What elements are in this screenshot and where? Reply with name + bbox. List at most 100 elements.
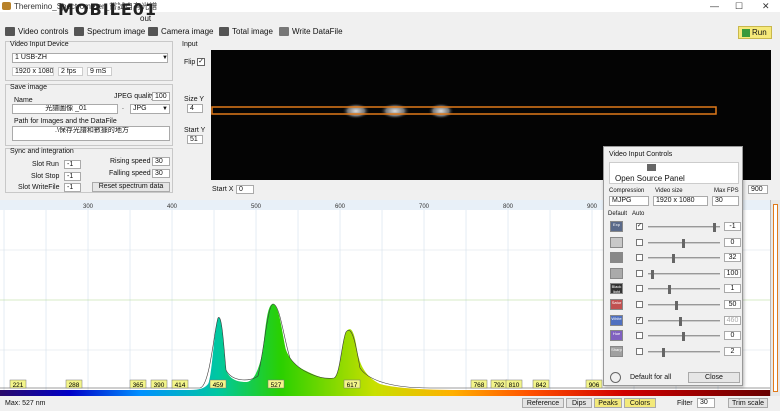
write-datafile-button[interactable]: Write DataFile [279,27,343,36]
control-value[interactable]: 100 [724,268,741,278]
run-icon [742,28,750,37]
peak-label: 288 [65,379,83,389]
control-swatch[interactable]: White [610,314,623,326]
control-value[interactable]: 2 [724,346,741,356]
slider-thumb[interactable] [682,332,685,342]
start-x-input[interactable]: 0 [236,185,254,194]
svg-text:906: 906 [589,382,600,389]
control-value[interactable]: 0 [724,331,741,341]
close-icon[interactable]: ✕ [762,1,770,12]
auto-checkbox[interactable] [636,285,643,293]
slider-thumb[interactable] [675,301,679,310]
auto-checkbox[interactable] [636,269,643,277]
slider-thumb[interactable] [661,347,665,357]
auto-checkbox[interactable] [636,238,643,246]
maximize-icon[interactable]: ☐ [735,1,743,12]
control-slider[interactable] [648,301,720,310]
control-slider[interactable] [648,285,720,295]
control-value[interactable]: 50 [724,300,741,309]
total-image-button[interactable]: Total image [219,27,273,36]
control-slider[interactable] [648,238,720,248]
reset-spectrum-button[interactable]: Reset spectrum data [92,182,170,192]
slot-writefile-input[interactable]: -1 [64,183,81,192]
control-value[interactable]: -1 [724,222,741,231]
control-swatch[interactable]: Sharp [610,345,623,357]
chevron-down-icon: ▼ [162,55,168,61]
scale-tick-label: 900 [587,204,598,210]
close-button[interactable]: Close [688,372,740,383]
peaks-button[interactable]: Peaks [594,398,622,408]
reference-button[interactable]: Reference [522,398,564,408]
spectrum-scrollbar[interactable] [770,200,780,396]
control-value[interactable]: 460 [724,315,741,325]
control-swatch[interactable]: Black light [610,283,623,295]
control-swatch[interactable] [610,267,623,279]
minimize-icon[interactable]: — [710,1,719,11]
control-slider[interactable] [648,254,720,264]
falling-speed-input[interactable]: 30 [152,169,170,178]
filter-label: Filter [677,400,693,407]
control-value[interactable]: 32 [724,253,741,263]
open-source-panel-button[interactable]: Open Source Panel [609,162,739,184]
rising-speed-input[interactable]: 30 [152,157,170,166]
control-value[interactable]: 0 [724,237,741,247]
auto-checkbox[interactable] [636,332,643,340]
run-button[interactable]: Run [738,26,772,39]
video-size-select[interactable]: 1920 x 1080 [653,196,708,206]
menu-about[interactable]: out [140,14,151,23]
control-slider[interactable] [648,332,720,342]
slider-thumb[interactable] [682,238,685,248]
slot-writefile-label: Slot WriteFile [18,184,60,191]
scrollbar-thumb[interactable] [773,204,778,392]
svg-text:390: 390 [154,382,165,389]
control-swatch[interactable] [610,236,623,248]
default-all-icon[interactable] [610,372,621,383]
compression-select[interactable]: MJPG [609,196,649,206]
control-swatch[interactable] [610,252,623,264]
control-slider[interactable] [648,316,720,326]
control-value[interactable]: 1 [724,284,741,294]
path-input[interactable]: .\保存光譜和數據的地方 [12,126,170,141]
video-input-device-heading: Video Input Device [10,41,69,48]
max-fps-select[interactable]: 30 [712,196,739,206]
selection-rectangle[interactable] [211,106,717,115]
slot-run-input[interactable]: -1 [64,160,81,169]
toolbar: Video controls Spectrum image Camera ima… [0,25,780,40]
app-icon [2,2,11,10]
control-swatch[interactable]: Exp [610,221,623,232]
control-slider[interactable] [648,269,720,279]
filter-input[interactable]: 30 [697,398,715,408]
auto-checkbox[interactable]: ✓ [636,223,643,230]
slider-thumb[interactable] [651,269,655,279]
control-swatch[interactable]: Hue [610,330,623,342]
size-y-input[interactable]: 4 [187,104,203,113]
chevron-down-icon: ▼ [162,106,168,112]
start-y-input[interactable]: 51 [187,135,203,144]
spectrum-image-button[interactable]: Spectrum image [74,27,145,36]
end-x-input[interactable]: 900 [748,185,768,194]
slot-stop-input[interactable]: -1 [64,172,81,181]
jpeg-quality-input[interactable]: 100 [152,92,170,101]
auto-checkbox[interactable] [636,254,643,262]
svg-text:414: 414 [175,382,186,389]
control-slider[interactable] [648,347,720,357]
save-image-heading: Save image [10,84,47,91]
trim-scale-button[interactable]: Trim scale [728,398,768,408]
slider-thumb[interactable] [678,316,682,326]
camera-image-button[interactable]: Camera image [148,27,213,36]
auto-checkbox[interactable] [636,347,643,355]
control-slider[interactable] [648,223,720,232]
device-select[interactable]: 1 USB-ZH [12,53,168,63]
slider-thumb[interactable] [712,223,716,232]
flip-checkbox[interactable]: ✓ [197,58,205,66]
auto-checkbox[interactable] [636,301,643,308]
control-swatch[interactable]: Satur [610,299,623,310]
dips-button[interactable]: Dips [566,398,592,408]
slider-thumb[interactable] [668,285,672,295]
video-controls-button[interactable]: Video controls [5,27,69,36]
ms-readout: 9 mS [87,67,112,76]
slider-thumb[interactable] [671,254,675,264]
colors-button[interactable]: Colors [624,398,656,408]
auto-checkbox[interactable]: ✓ [636,316,643,324]
image-name-input[interactable]: 光譜圖像 _01 [12,104,118,114]
